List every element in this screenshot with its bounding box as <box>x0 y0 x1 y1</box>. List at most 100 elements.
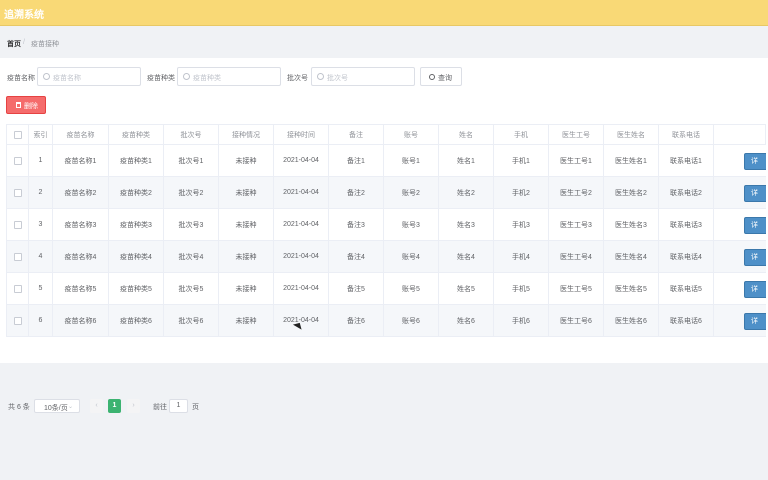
detail-button[interactable]: 详 <box>744 249 766 266</box>
table-cell: 联系电话2 <box>658 176 714 209</box>
table-cell: 2021-04-04 <box>273 208 329 241</box>
delete-button[interactable]: 删除 <box>6 96 46 114</box>
page-size-select[interactable]: 10条/页 ⌄ <box>34 399 80 413</box>
delete-button-label: 删除 <box>24 103 38 110</box>
row-checkbox[interactable] <box>13 284 22 293</box>
table-cell: 疫苗名称5 <box>52 272 109 305</box>
column-header: 医生姓名 <box>603 124 659 145</box>
table-cell: 未接种 <box>218 304 274 337</box>
table-cell: 手机4 <box>493 240 549 273</box>
table-cell: 备注6 <box>328 304 384 337</box>
jump-suffix: 页 <box>192 404 199 411</box>
row-select-cell[interactable] <box>6 208 29 241</box>
table-cell: 姓名6 <box>438 304 494 337</box>
breadcrumb-home[interactable]: 首页 <box>7 39 21 49</box>
vaccine-type-label: 疫苗种类 <box>147 75 175 82</box>
table-cell: 医生姓名3 <box>603 208 659 241</box>
table-cell: 2021-04-04 <box>273 240 329 273</box>
row-checkbox[interactable] <box>13 188 22 197</box>
table-header-row: 索引 疫苗名称 疫苗种类 批次号 接种情况 接种时间 备注 账号 姓名 手机 医… <box>6 124 766 145</box>
table-row[interactable]: 1 疫苗名称1 疫苗种类1 批次号1 未接种 2021-04-04 备注1 账号1 姓名1 手机1… <box>6 144 766 177</box>
column-header: 疫苗种类 <box>108 124 164 145</box>
batch-number-placeholder: 批次号 <box>327 75 348 82</box>
row-select-cell[interactable] <box>6 304 29 337</box>
table-cell: 账号2 <box>383 176 439 209</box>
table-cell: 未接种 <box>218 144 274 177</box>
select-all-cell[interactable] <box>6 124 29 145</box>
table-cell: 备注5 <box>328 272 384 305</box>
table-cell: 医生工号3 <box>548 208 604 241</box>
page-number-1[interactable]: 1 <box>108 399 121 413</box>
table-cell: 手机2 <box>493 176 549 209</box>
row-actions-cell: 详 <box>713 304 766 337</box>
table-cell: 疫苗种类2 <box>108 176 164 209</box>
page-size-value: 10条/页 <box>44 405 68 412</box>
column-header: 备注 <box>328 124 384 145</box>
jump-page-input[interactable]: 1 <box>169 399 188 413</box>
row-actions-cell: 详 <box>713 144 766 177</box>
vaccine-name-input[interactable]: 疫苗名称 <box>37 67 141 86</box>
detail-button[interactable]: 详 <box>744 153 766 170</box>
breadcrumb-separator: / <box>23 39 25 46</box>
search-icon <box>317 73 324 80</box>
row-actions-cell: 详 <box>713 208 766 241</box>
table-cell: 1 <box>28 144 53 177</box>
row-actions-cell: 详 <box>713 272 766 305</box>
next-page-button[interactable]: › <box>127 399 140 413</box>
vaccine-name-label: 疫苗名称 <box>7 75 35 82</box>
column-header: 疫苗名称 <box>52 124 109 145</box>
row-select-cell[interactable] <box>6 272 29 305</box>
table-cell: 姓名4 <box>438 240 494 273</box>
table-cell: 未接种 <box>218 208 274 241</box>
pagination-total: 共 6 条 <box>8 404 30 411</box>
detail-button[interactable]: 详 <box>744 185 766 202</box>
table-cell: 联系电话5 <box>658 272 714 305</box>
query-button[interactable]: 查询 <box>420 67 462 86</box>
app-title: 追溯系统 <box>4 10 44 21</box>
row-checkbox[interactable] <box>13 252 22 261</box>
table-cell: 账号6 <box>383 304 439 337</box>
row-select-cell[interactable] <box>6 144 29 177</box>
table-cell: 未接种 <box>218 240 274 273</box>
table-cell: 疫苗名称4 <box>52 240 109 273</box>
row-select-cell[interactable] <box>6 240 29 273</box>
row-checkbox[interactable] <box>13 220 22 229</box>
table-row[interactable]: 6 疫苗名称6 疫苗种类6 批次号6 未接种 2021-04-04 备注6 账号6 姓名6 手机6… <box>6 304 766 337</box>
table-cell: 5 <box>28 272 53 305</box>
table-row[interactable]: 3 疫苗名称3 疫苗种类3 批次号3 未接种 2021-04-04 备注3 账号3 姓名3 手机3… <box>6 208 766 241</box>
detail-button[interactable]: 详 <box>744 281 766 298</box>
row-select-cell[interactable] <box>6 176 29 209</box>
row-actions-cell: 详 <box>713 176 766 209</box>
vaccine-name-placeholder: 疫苗名称 <box>53 75 81 82</box>
table-cell: 姓名3 <box>438 208 494 241</box>
content-panel: 疫苗名称 疫苗名称 疫苗种类 疫苗种类 批次号 批次号 查询 删除 索引 疫苗名… <box>0 58 768 413</box>
table-row[interactable]: 4 疫苗名称4 疫苗种类4 批次号4 未接种 2021-04-04 备注4 账号4 姓名4 手机4… <box>6 240 766 273</box>
detail-button[interactable]: 详 <box>744 217 766 234</box>
table-cell: 批次号1 <box>163 144 219 177</box>
column-header: 联系电话 <box>658 124 714 145</box>
select-all-checkbox[interactable] <box>13 130 22 139</box>
row-checkbox[interactable] <box>13 316 22 325</box>
batch-number-input[interactable]: 批次号 <box>311 67 415 86</box>
vaccination-table: 索引 疫苗名称 疫苗种类 批次号 接种情况 接种时间 备注 账号 姓名 手机 医… <box>6 124 766 337</box>
table-cell: 6 <box>28 304 53 337</box>
column-header: 手机 <box>493 124 549 145</box>
table-row[interactable]: 2 疫苗名称2 疫苗种类2 批次号2 未接种 2021-04-04 备注2 账号2 姓名2 手机2… <box>6 176 766 209</box>
table-cell: 手机3 <box>493 208 549 241</box>
row-checkbox[interactable] <box>13 156 22 165</box>
table-cell: 账号5 <box>383 272 439 305</box>
vaccine-type-input[interactable]: 疫苗种类 <box>177 67 281 86</box>
table-cell: 疫苗名称2 <box>52 176 109 209</box>
top-header-bar: 追溯系统 <box>0 0 768 26</box>
table-cell: 疫苗种类6 <box>108 304 164 337</box>
table-cell: 联系电话6 <box>658 304 714 337</box>
table-cell: 姓名5 <box>438 272 494 305</box>
table-row[interactable]: 5 疫苗名称5 疫苗种类5 批次号5 未接种 2021-04-04 备注5 账号5 姓名5 手机5… <box>6 272 766 305</box>
prev-page-button[interactable]: ‹ <box>90 399 103 413</box>
table-cell: 2021-04-04 <box>273 272 329 305</box>
table-cell: 医生姓名6 <box>603 304 659 337</box>
row-actions-cell: 详 <box>713 240 766 273</box>
table-cell: 备注4 <box>328 240 384 273</box>
table-cell: 医生工号4 <box>548 240 604 273</box>
detail-button[interactable]: 详 <box>744 313 766 330</box>
